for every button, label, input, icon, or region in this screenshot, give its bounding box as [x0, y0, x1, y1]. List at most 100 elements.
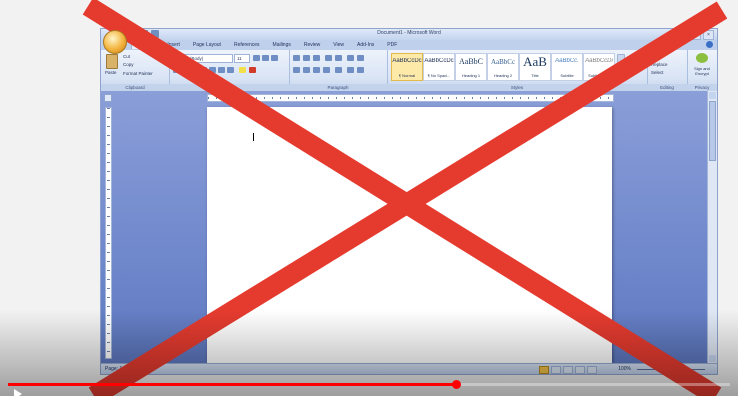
video-progress-bar[interactable] — [8, 380, 730, 389]
tab-home[interactable]: Home — [131, 41, 155, 49]
ribbon: Paste Cut Copy Format Painter Clipboard … — [101, 50, 717, 92]
shrink-font-icon[interactable] — [262, 55, 269, 61]
view-buttons — [539, 366, 597, 374]
font-name-select[interactable]: Calibri (Body) — [173, 54, 233, 63]
tab-review[interactable]: Review — [304, 42, 320, 48]
borders-icon[interactable] — [357, 67, 364, 73]
office-button[interactable] — [103, 30, 127, 54]
style-sample: AaBbCcDc — [392, 58, 422, 64]
full-screen-reading-button[interactable] — [551, 366, 561, 374]
zoom-slider[interactable] — [637, 366, 705, 373]
strikethrough-icon[interactable] — [200, 67, 207, 73]
style-sample: AaBbCc — [490, 58, 516, 66]
maximize-button[interactable]: □ — [690, 30, 701, 40]
outline-button[interactable] — [575, 366, 585, 374]
font-size-select[interactable]: 11 — [234, 54, 250, 63]
style-name: Heading 1 — [461, 73, 481, 78]
draft-button[interactable] — [587, 366, 597, 374]
status-bar: Page: 1 of 1 100% — [101, 363, 717, 374]
styles-more-button[interactable] — [617, 54, 625, 80]
font-color-icon[interactable] — [249, 67, 256, 73]
tab-add-ins[interactable]: Add-Ins — [357, 42, 374, 48]
screen: Document1 - Microsoft Word – □ × Home In… — [0, 0, 738, 396]
sign-encrypt-icon[interactable] — [696, 53, 708, 63]
page-count[interactable]: Page: 1 of 1 — [105, 366, 132, 372]
tab-pdf[interactable]: PDF — [387, 42, 397, 48]
superscript-icon[interactable] — [218, 67, 225, 73]
scroll-up-button[interactable] — [709, 92, 716, 99]
style-name: ¶ No Spaci... — [427, 73, 451, 78]
subscript-icon[interactable] — [209, 67, 216, 73]
line-spacing-icon[interactable] — [335, 67, 342, 73]
web-layout-button[interactable] — [563, 366, 573, 374]
privacy-group: Sign and Encrypt Privacy — [687, 50, 717, 91]
cut-button[interactable]: Cut — [123, 54, 130, 59]
zoom-slider-handle[interactable] — [669, 366, 672, 373]
format-painter-button[interactable]: Format Painter — [123, 71, 153, 76]
copy-button[interactable]: Copy — [123, 62, 134, 67]
font-size-value: 11 — [237, 56, 242, 61]
vertical-scrollbar[interactable] — [707, 91, 717, 363]
paste-button[interactable]: Paste — [104, 54, 118, 80]
window-title: Document1 - Microsoft Word — [377, 30, 441, 36]
horizontal-ruler[interactable] — [207, 94, 614, 102]
align-center-icon[interactable] — [303, 67, 310, 73]
replace-button[interactable]: Replace — [651, 62, 668, 67]
style-title[interactable]: AaB Title — [519, 53, 551, 81]
title-bar: Document1 - Microsoft Word – □ × — [101, 29, 717, 40]
decrease-indent-icon[interactable] — [325, 55, 332, 61]
change-case-icon[interactable] — [227, 67, 234, 73]
tab-insert[interactable]: Insert — [167, 42, 180, 48]
tab-mailings[interactable]: Mailings — [273, 42, 291, 48]
tab-view[interactable]: View — [333, 42, 344, 48]
show-formatting-icon[interactable] — [357, 55, 364, 61]
select-button[interactable]: Select — [651, 70, 664, 75]
style-sample: AaBbC — [459, 57, 483, 66]
close-button[interactable]: × — [703, 30, 714, 40]
sign-encrypt-button[interactable]: Sign and Encrypt — [688, 66, 716, 76]
play-icon[interactable] — [14, 389, 22, 396]
numbering-icon[interactable] — [303, 55, 310, 61]
style-heading-2[interactable]: AaBbCc Heading 2 — [487, 53, 519, 81]
multilevel-list-icon[interactable] — [313, 55, 320, 61]
style-normal[interactable]: AaBbCcDc ¶ Normal — [391, 53, 423, 81]
style-name: Subtitle — [560, 73, 574, 78]
document-page[interactable] — [207, 107, 612, 363]
scroll-thumb[interactable] — [709, 101, 716, 161]
clear-formatting-icon[interactable] — [271, 55, 278, 61]
styles-group-label: Styles — [387, 84, 647, 91]
style-name: ¶ Normal — [398, 73, 416, 78]
style-name: Title — [531, 73, 539, 78]
style-name: Heading 2 — [493, 73, 513, 78]
sort-icon[interactable] — [347, 55, 354, 61]
increase-indent-icon[interactable] — [335, 55, 342, 61]
tab-page-layout[interactable]: Page Layout — [193, 42, 221, 48]
align-left-icon[interactable] — [293, 67, 300, 73]
underline-icon[interactable] — [191, 67, 198, 73]
find-button[interactable]: Find — [651, 54, 660, 59]
justify-icon[interactable] — [323, 67, 330, 73]
style-name: Subtle Em... — [588, 73, 610, 78]
style-no-spacing[interactable]: AaBbCcDc ¶ No Spaci... — [423, 53, 455, 81]
vertical-ruler[interactable] — [105, 107, 112, 359]
video-scrubber-handle[interactable] — [451, 380, 461, 389]
bold-icon[interactable] — [173, 67, 180, 73]
change-styles-icon[interactable] — [629, 56, 641, 70]
ruler-toggle-button[interactable] — [104, 94, 112, 102]
style-subtle-emphasis[interactable]: AaBbCcDi Subtle Em... — [583, 53, 615, 81]
highlight-icon[interactable] — [239, 67, 246, 73]
tab-references[interactable]: References — [234, 42, 260, 48]
help-icon[interactable] — [706, 41, 713, 48]
align-right-icon[interactable] — [313, 67, 320, 73]
font-group-label: Font — [169, 84, 289, 91]
style-subtitle[interactable]: AaBbCc. Subtitle — [551, 53, 583, 81]
zoom-level[interactable]: 100% — [618, 366, 631, 372]
bullets-icon[interactable] — [293, 55, 300, 61]
shading-icon[interactable] — [347, 67, 354, 73]
scroll-down-button[interactable] — [709, 355, 716, 362]
minimize-button[interactable]: – — [677, 30, 688, 40]
style-heading-1[interactable]: AaBbC Heading 1 — [455, 53, 487, 81]
grow-font-icon[interactable] — [253, 55, 260, 61]
italic-icon[interactable] — [182, 67, 189, 73]
print-layout-button[interactable] — [539, 366, 549, 374]
